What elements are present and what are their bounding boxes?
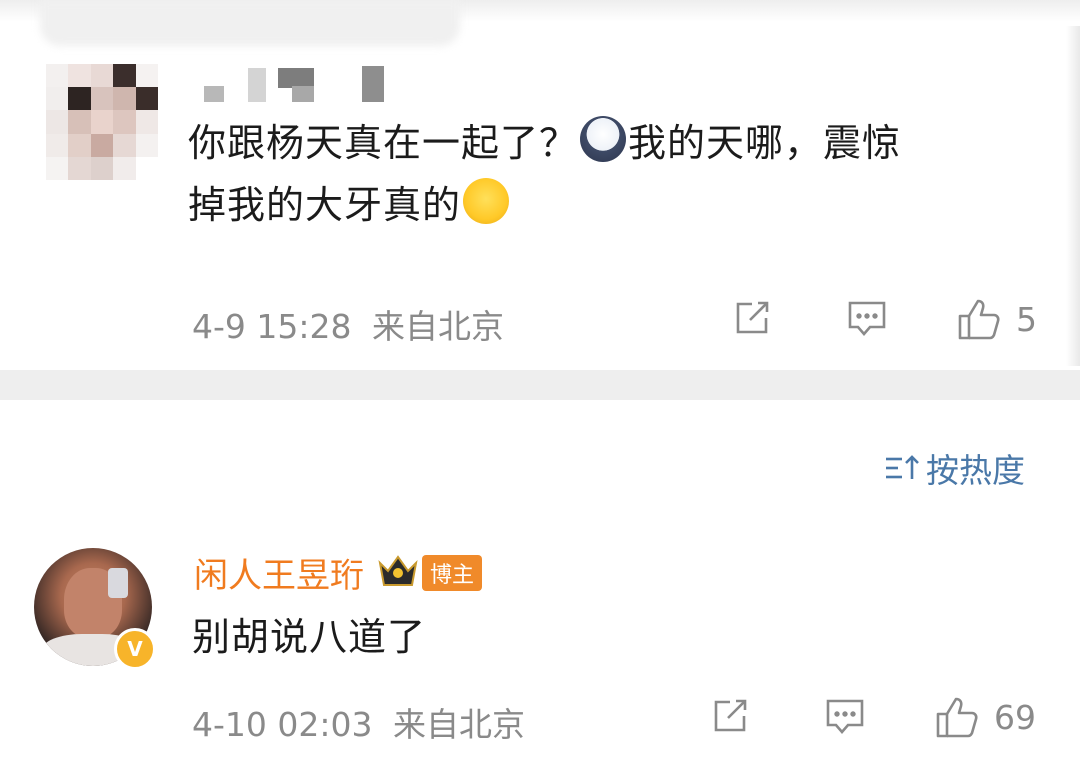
reply-button[interactable] [846,298,888,340]
section-divider [0,370,1080,400]
comment-text-part: 掉我的大牙真的 [188,183,462,227]
avatar-phone [108,568,128,598]
comment-location: 来自北京 [372,307,504,346]
share-button[interactable] [732,298,772,338]
comment-text-part: 你跟杨天真在一起了？ [188,121,579,165]
like-count: 5 [1016,299,1037,339]
comment-text: 别胡说八道了 [192,615,427,659]
username[interactable]: 闲人王昱珩 [194,548,364,597]
thumbs-up-icon [936,697,978,738]
comment-item [0,400,1080,772]
share-button[interactable] [710,696,750,736]
laugh-cry-emoji-icon [463,178,510,224]
reply-button[interactable] [824,696,866,738]
comment-item: 你跟杨天真在一起了？ 我的天哪，震惊 掉我的大牙真的 4-9 15:28 来自北京… [0,0,1080,370]
comment-icon [826,699,864,734]
comment-meta: 4-10 02:03 来自北京 [192,698,525,746]
thumbs-up-icon [958,299,1000,340]
verified-v-icon: V [114,628,156,670]
comment-meta: 4-9 15:28 来自北京 [192,300,504,348]
like-button[interactable]: 69 [934,694,1036,740]
comment-location: 来自北京 [393,705,525,744]
share-icon [714,699,747,732]
blogger-badge: 博主 [422,554,483,591]
comment-header: 闲人王昱珩 博主 [194,548,483,597]
comment-icon [848,301,886,336]
like-button[interactable]: 5 [956,296,1037,342]
comment-text: 你跟杨天真在一起了？ 我的天哪，震惊 掉我的大牙真的 [188,112,1028,236]
comment-time: 4-9 15:28 [192,307,352,346]
comment-text-part: 我的天哪，震惊 [628,121,902,165]
crown-icon [376,553,420,593]
like-count: 69 [994,697,1036,737]
avatar[interactable] [46,64,158,180]
scared-emoji-icon [580,116,627,162]
username-pixelated[interactable] [200,64,390,104]
share-icon [736,301,769,334]
comment-time: 4-10 02:03 [192,705,373,744]
